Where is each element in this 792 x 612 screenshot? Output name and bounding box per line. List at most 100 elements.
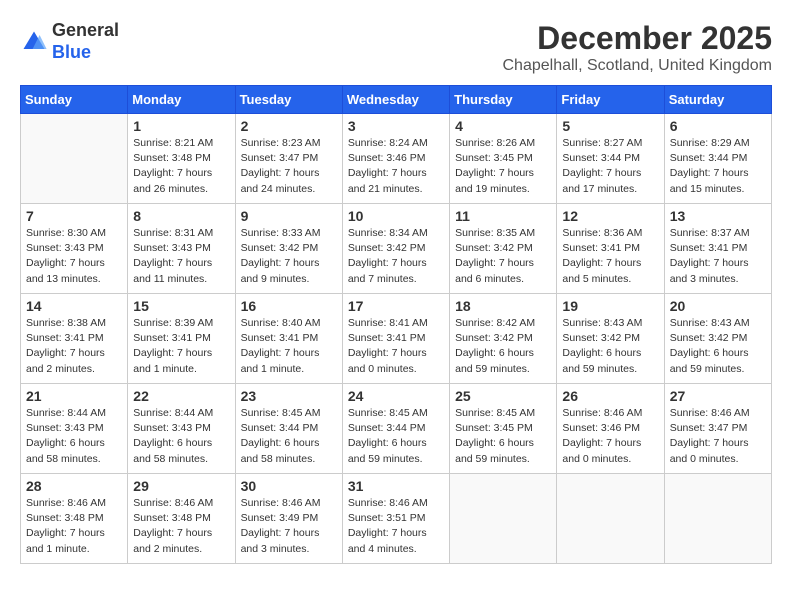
day-number: 15: [133, 298, 229, 314]
calendar-cell: 30 Sunrise: 8:46 AM Sunset: 3:49 PM Dayli…: [235, 474, 342, 564]
logo-blue: Blue: [52, 42, 119, 64]
day-number: 4: [455, 118, 551, 134]
calendar-week-5: 28 Sunrise: 8:46 AM Sunset: 3:48 PM Dayli…: [21, 474, 772, 564]
calendar-cell: 13Sunrise: 8:37 AM Sunset: 3:41 PM Dayli…: [664, 204, 771, 294]
calendar-cell: 8 Sunrise: 8:31 AM Sunset: 3:43 PM Daylig…: [128, 204, 235, 294]
page-header: General Blue December 2025 Chapelhall, S…: [20, 20, 772, 75]
day-number: 23: [241, 388, 337, 404]
header-tuesday: Tuesday: [235, 86, 342, 114]
day-number: 25: [455, 388, 551, 404]
day-number: 6: [670, 118, 766, 134]
logo-general: General: [52, 20, 119, 42]
calendar-cell: 28Sunrise: 8:46 AM Sunset: 3:48 PM Dayli…: [21, 474, 128, 564]
calendar-cell: 11 Sunrise: 8:35 AM Sunset: 3:42 PM Dayli…: [450, 204, 557, 294]
day-info: Sunrise: 8:27 AM Sunset: 3:44 PM Dayligh…: [562, 136, 658, 197]
day-info: Sunrise: 8:31 AM Sunset: 3:43 PM Dayligh…: [133, 226, 229, 287]
day-info: Sunrise: 8:33 AM Sunset: 3:42 PM Dayligh…: [241, 226, 337, 287]
day-info: Sunrise: 8:39 AM Sunset: 3:41 PM Dayligh…: [133, 316, 229, 377]
day-info: Sunrise: 8:36 AM Sunset: 3:41 PM Dayligh…: [562, 226, 658, 287]
day-info: Sunrise: 8:30 AM Sunset: 3:43 PM Dayligh…: [26, 226, 122, 287]
day-info: Sunrise: 8:26 AM Sunset: 3:45 PM Dayligh…: [455, 136, 551, 197]
calendar-cell: 23 Sunrise: 8:45 AM Sunset: 3:44 PM Dayli…: [235, 384, 342, 474]
calendar-header-row: SundayMondayTuesdayWednesdayThursdayFrid…: [21, 86, 772, 114]
day-info: Sunrise: 8:46 AM Sunset: 3:48 PM Dayligh…: [133, 496, 229, 557]
calendar-cell: 27Sunrise: 8:46 AM Sunset: 3:47 PM Dayli…: [664, 384, 771, 474]
day-number: 12: [562, 208, 658, 224]
day-info: Sunrise: 8:46 AM Sunset: 3:49 PM Dayligh…: [241, 496, 337, 557]
calendar-cell: 10Sunrise: 8:34 AM Sunset: 3:42 PM Dayli…: [342, 204, 449, 294]
day-number: 8: [133, 208, 229, 224]
calendar-cell: 1 Sunrise: 8:21 AM Sunset: 3:48 PM Daylig…: [128, 114, 235, 204]
header-friday: Friday: [557, 86, 664, 114]
calendar-cell: 9 Sunrise: 8:33 AM Sunset: 3:42 PM Daylig…: [235, 204, 342, 294]
day-number: 2: [241, 118, 337, 134]
location-title: Chapelhall, Scotland, United Kingdom: [503, 57, 773, 75]
calendar-cell: 19Sunrise: 8:43 AM Sunset: 3:42 PM Dayli…: [557, 294, 664, 384]
calendar-cell: 5 Sunrise: 8:27 AM Sunset: 3:44 PM Daylig…: [557, 114, 664, 204]
calendar-cell: 3 Sunrise: 8:24 AM Sunset: 3:46 PM Daylig…: [342, 114, 449, 204]
calendar-cell: 14 Sunrise: 8:38 AM Sunset: 3:41 PM Dayli…: [21, 294, 128, 384]
calendar-cell: [450, 474, 557, 564]
day-info: Sunrise: 8:21 AM Sunset: 3:48 PM Dayligh…: [133, 136, 229, 197]
calendar-week-4: 21 Sunrise: 8:44 AM Sunset: 3:43 PM Dayli…: [21, 384, 772, 474]
calendar-cell: 17Sunrise: 8:41 AM Sunset: 3:41 PM Dayli…: [342, 294, 449, 384]
day-number: 19: [562, 298, 658, 314]
day-number: 14: [26, 298, 122, 314]
day-info: Sunrise: 8:23 AM Sunset: 3:47 PM Dayligh…: [241, 136, 337, 197]
calendar-cell: 20Sunrise: 8:43 AM Sunset: 3:42 PM Dayli…: [664, 294, 771, 384]
calendar-cell: 24Sunrise: 8:45 AM Sunset: 3:44 PM Dayli…: [342, 384, 449, 474]
day-info: Sunrise: 8:44 AM Sunset: 3:43 PM Dayligh…: [133, 406, 229, 467]
day-info: Sunrise: 8:38 AM Sunset: 3:41 PM Dayligh…: [26, 316, 122, 377]
header-sunday: Sunday: [21, 86, 128, 114]
day-number: 1: [133, 118, 229, 134]
day-number: 29: [133, 478, 229, 494]
calendar-body: 1 Sunrise: 8:21 AM Sunset: 3:48 PM Daylig…: [21, 114, 772, 564]
logo: General Blue: [20, 20, 119, 63]
day-info: Sunrise: 8:45 AM Sunset: 3:45 PM Dayligh…: [455, 406, 551, 467]
calendar-cell: 12 Sunrise: 8:36 AM Sunset: 3:41 PM Dayli…: [557, 204, 664, 294]
calendar-cell: 6Sunrise: 8:29 AM Sunset: 3:44 PM Daylig…: [664, 114, 771, 204]
day-info: Sunrise: 8:35 AM Sunset: 3:42 PM Dayligh…: [455, 226, 551, 287]
calendar-week-3: 14 Sunrise: 8:38 AM Sunset: 3:41 PM Dayli…: [21, 294, 772, 384]
calendar-cell: [21, 114, 128, 204]
calendar-week-2: 7 Sunrise: 8:30 AM Sunset: 3:43 PM Daylig…: [21, 204, 772, 294]
day-info: Sunrise: 8:24 AM Sunset: 3:46 PM Dayligh…: [348, 136, 444, 197]
calendar-cell: 4 Sunrise: 8:26 AM Sunset: 3:45 PM Daylig…: [450, 114, 557, 204]
day-number: 24: [348, 388, 444, 404]
calendar-week-1: 1 Sunrise: 8:21 AM Sunset: 3:48 PM Daylig…: [21, 114, 772, 204]
day-info: Sunrise: 8:45 AM Sunset: 3:44 PM Dayligh…: [241, 406, 337, 467]
day-info: Sunrise: 8:43 AM Sunset: 3:42 PM Dayligh…: [670, 316, 766, 377]
day-number: 11: [455, 208, 551, 224]
day-number: 28: [26, 478, 122, 494]
calendar-cell: 31 Sunrise: 8:46 AM Sunset: 3:51 PM Dayli…: [342, 474, 449, 564]
day-number: 5: [562, 118, 658, 134]
title-block: December 2025 Chapelhall, Scotland, Unit…: [503, 20, 773, 75]
calendar-cell: 22 Sunrise: 8:44 AM Sunset: 3:43 PM Dayli…: [128, 384, 235, 474]
day-info: Sunrise: 8:37 AM Sunset: 3:41 PM Dayligh…: [670, 226, 766, 287]
day-info: Sunrise: 8:44 AM Sunset: 3:43 PM Dayligh…: [26, 406, 122, 467]
calendar-cell: 25 Sunrise: 8:45 AM Sunset: 3:45 PM Dayli…: [450, 384, 557, 474]
day-number: 16: [241, 298, 337, 314]
day-number: 31: [348, 478, 444, 494]
month-title: December 2025: [503, 20, 773, 57]
day-number: 9: [241, 208, 337, 224]
day-number: 3: [348, 118, 444, 134]
calendar-cell: 29 Sunrise: 8:46 AM Sunset: 3:48 PM Dayli…: [128, 474, 235, 564]
day-number: 26: [562, 388, 658, 404]
calendar-cell: 26Sunrise: 8:46 AM Sunset: 3:46 PM Dayli…: [557, 384, 664, 474]
day-info: Sunrise: 8:46 AM Sunset: 3:51 PM Dayligh…: [348, 496, 444, 557]
calendar-table: SundayMondayTuesdayWednesdayThursdayFrid…: [20, 85, 772, 564]
header-thursday: Thursday: [450, 86, 557, 114]
day-info: Sunrise: 8:41 AM Sunset: 3:41 PM Dayligh…: [348, 316, 444, 377]
day-number: 30: [241, 478, 337, 494]
day-number: 18: [455, 298, 551, 314]
day-number: 21: [26, 388, 122, 404]
day-number: 22: [133, 388, 229, 404]
calendar-cell: [664, 474, 771, 564]
day-number: 27: [670, 388, 766, 404]
day-number: 10: [348, 208, 444, 224]
calendar-cell: 7 Sunrise: 8:30 AM Sunset: 3:43 PM Daylig…: [21, 204, 128, 294]
calendar-cell: 2 Sunrise: 8:23 AM Sunset: 3:47 PM Daylig…: [235, 114, 342, 204]
day-number: 7: [26, 208, 122, 224]
calendar-cell: 18Sunrise: 8:42 AM Sunset: 3:42 PM Dayli…: [450, 294, 557, 384]
